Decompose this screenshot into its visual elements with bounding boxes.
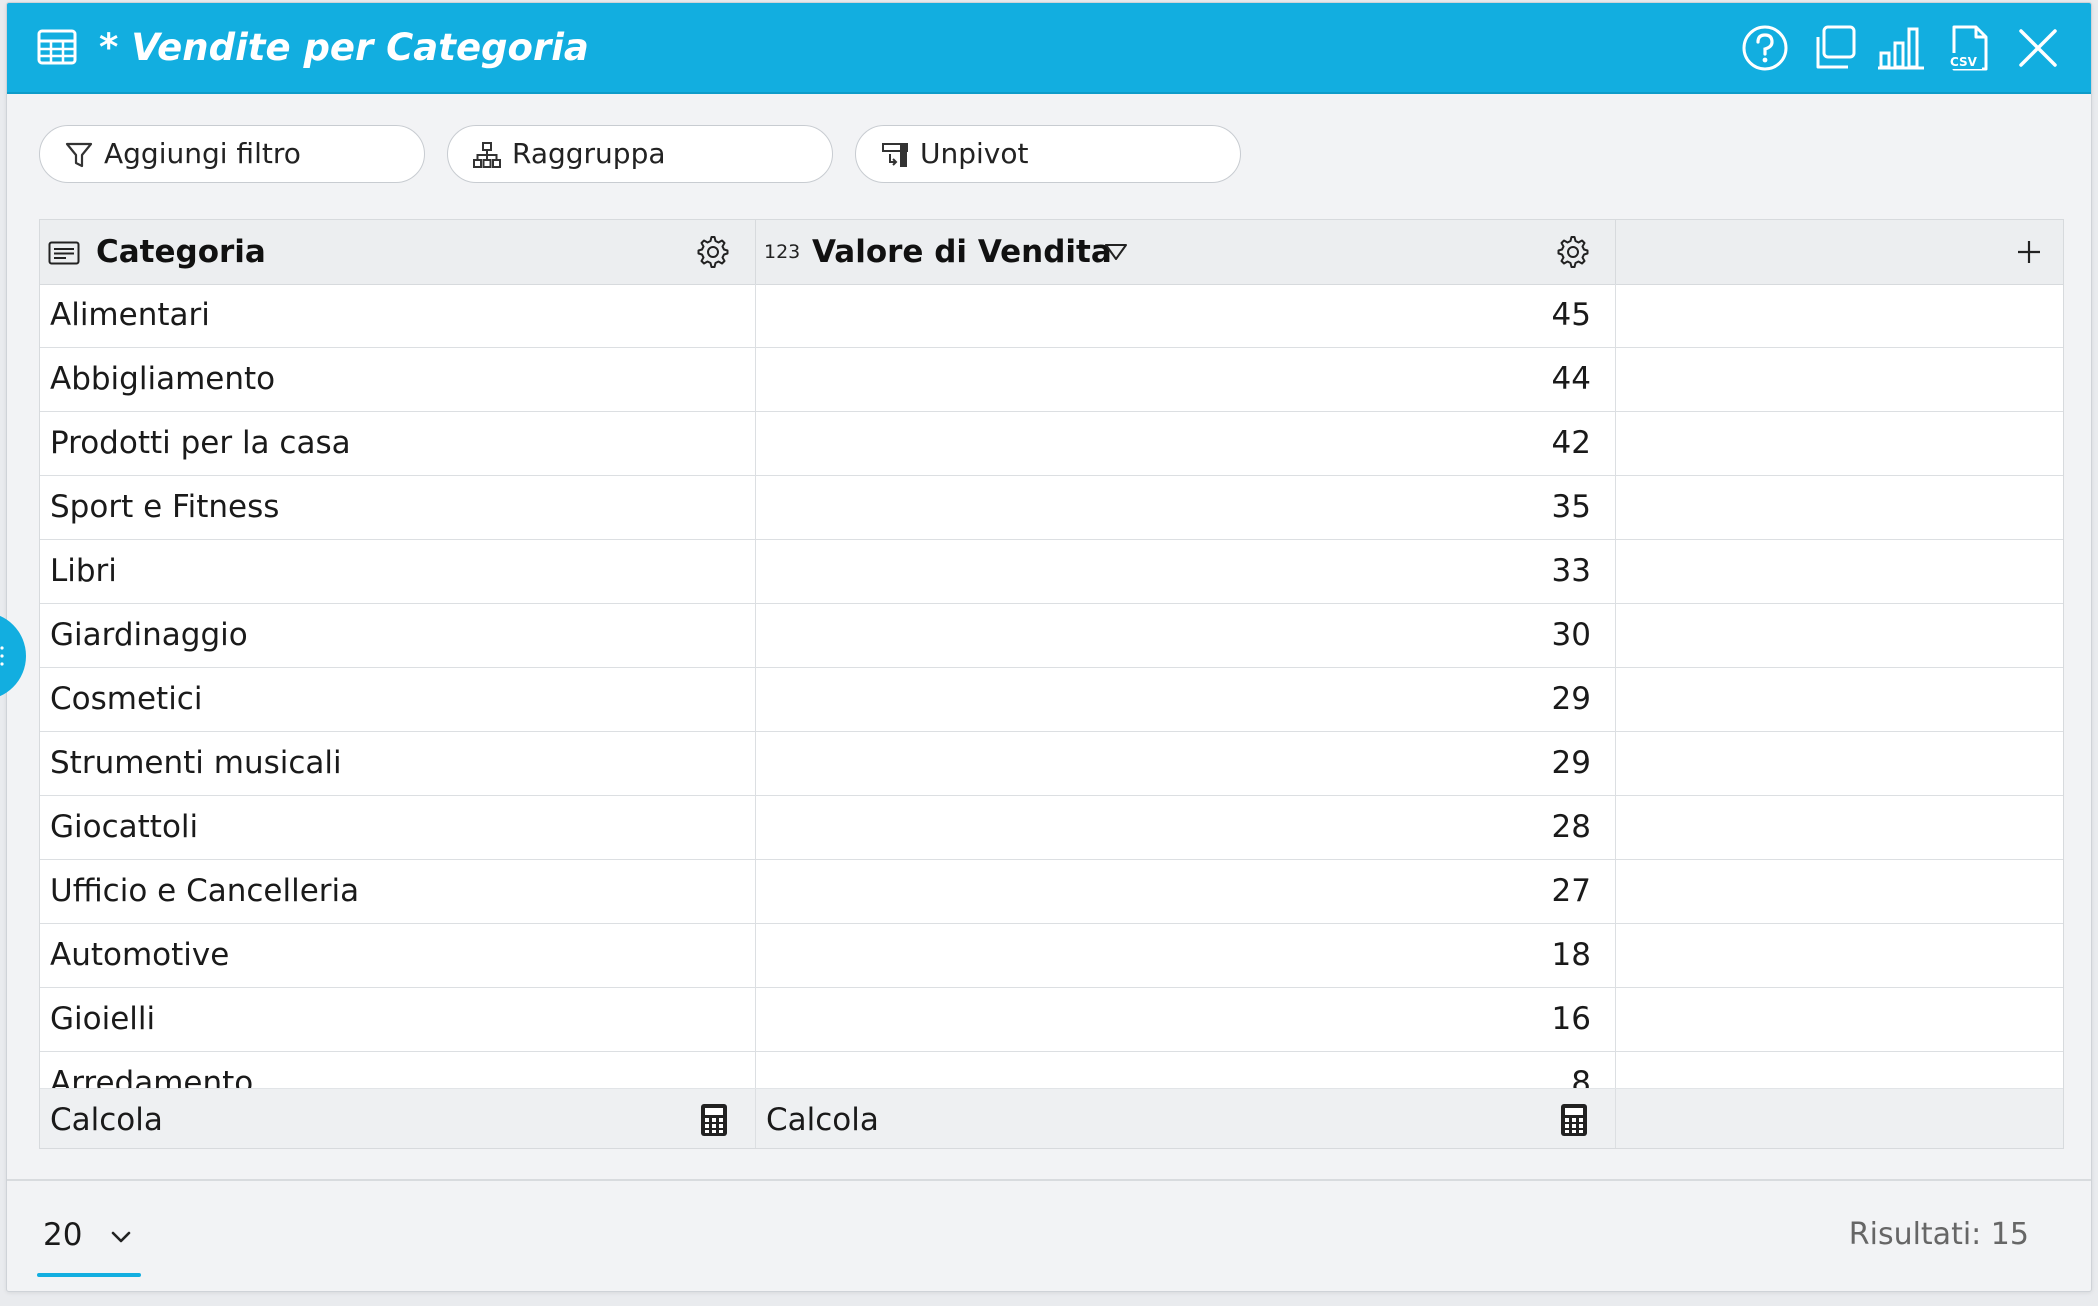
table-row[interactable]: Arredamento 8 (40, 1052, 2063, 1088)
calculate-label: Calcola (50, 1102, 163, 1138)
cell-categoria: Sport e Fitness (50, 489, 280, 525)
cell-categoria: Giocattoli (50, 809, 199, 845)
table-row[interactable]: Giardinaggio 30 (40, 604, 2063, 668)
cell-valore: 35 (1551, 489, 1591, 525)
help-button[interactable] (1740, 23, 1790, 73)
table-row[interactable]: Cosmetici 29 (40, 668, 2063, 732)
cell-valore: 29 (1551, 745, 1591, 781)
cell-valore: 28 (1551, 809, 1591, 845)
column-header-categoria[interactable]: Categoria (40, 220, 756, 284)
cell-categoria: Arredamento (50, 1065, 254, 1088)
window-title: * Vendite per Categoria (99, 26, 589, 69)
table-row[interactable]: Sport e Fitness 35 (40, 476, 2063, 540)
data-grid: Categoria 123 Valore di Vendita Alimenta… (39, 219, 2064, 1149)
table-row[interactable]: Gioielli 16 (40, 988, 2063, 1052)
footer-divider (7, 1179, 2091, 1181)
drag-handle-icon (0, 646, 4, 666)
unpivot-icon (882, 143, 908, 167)
gear-icon[interactable] (1556, 235, 1590, 269)
aggregate-cell-valore[interactable]: Calcola (756, 1089, 1616, 1148)
results-count: Risultati: 15 (1848, 1217, 2029, 1252)
chart-button[interactable] (1876, 23, 1926, 73)
cell-valore: 27 (1551, 873, 1591, 909)
aggregate-cell-empty (1616, 1089, 2063, 1148)
gear-icon[interactable] (696, 235, 730, 269)
help-icon (1742, 25, 1788, 71)
cell-valore: 44 (1551, 361, 1591, 397)
table-row[interactable]: Prodotti per la casa 42 (40, 412, 2063, 476)
column-header-valore[interactable]: 123 Valore di Vendita (756, 220, 1616, 284)
cell-valore: 33 (1551, 553, 1591, 589)
table-row[interactable]: Giocattoli 28 (40, 796, 2063, 860)
cell-valore: 30 (1551, 617, 1591, 653)
calculator-icon[interactable] (700, 1103, 728, 1137)
grid-body: Alimentari 45 Abbigliamento 44 Prodotti … (40, 284, 2063, 1088)
cell-valore: 29 (1551, 681, 1591, 717)
calculator-icon[interactable] (1560, 1103, 1588, 1137)
cell-categoria: Cosmetici (50, 681, 203, 717)
cell-valore: 42 (1551, 425, 1591, 461)
grid-header: Categoria 123 Valore di Vendita (40, 220, 2063, 285)
cell-categoria: Strumenti musicali (50, 745, 342, 781)
cell-categoria: Alimentari (50, 297, 210, 333)
table-row[interactable]: Automotive 18 (40, 924, 2063, 988)
table-row[interactable]: Abbigliamento 44 (40, 348, 2063, 412)
hierarchy-icon (473, 142, 501, 168)
cell-categoria: Giardinaggio (50, 617, 248, 653)
filter-icon (65, 142, 93, 168)
close-button[interactable] (2013, 23, 2063, 73)
cell-categoria: Automotive (50, 937, 230, 973)
page-size-select[interactable]: 20 (37, 1203, 141, 1277)
duplicate-icon (1816, 25, 1856, 69)
aggregate-cell-categoria[interactable]: Calcola (40, 1089, 756, 1148)
cell-categoria: Prodotti per la casa (50, 425, 351, 461)
group-label: Raggruppa (512, 137, 666, 170)
unpivot-button[interactable]: Unpivot (855, 125, 1241, 183)
duplicate-button[interactable] (1808, 23, 1858, 73)
cell-categoria: Ufficio e Cancelleria (50, 873, 360, 909)
chevron-down-icon (111, 1231, 131, 1243)
calculate-label: Calcola (766, 1102, 879, 1138)
aggregate-row: Calcola Calcola (40, 1088, 2063, 1148)
csv-export-icon: CSV (1948, 25, 1988, 71)
number-type-icon: 123 (764, 241, 801, 263)
cell-valore: 16 (1551, 1001, 1591, 1037)
add-filter-label: Aggiungi filtro (104, 137, 301, 170)
cell-categoria: Libri (50, 553, 117, 589)
title-bar: * Vendite per Categoria CSV (7, 3, 2091, 94)
plus-icon[interactable] (2016, 239, 2042, 265)
cell-categoria: Gioielli (50, 1001, 156, 1037)
table-window: * Vendite per Categoria CSV Aggiungi fil… (6, 2, 2092, 1292)
add-filter-button[interactable]: Aggiungi filtro (39, 125, 425, 183)
sort-descending-icon[interactable] (1104, 242, 1128, 262)
close-icon (2019, 29, 2057, 67)
add-column-area (1616, 220, 2063, 284)
table-row[interactable]: Libri 33 (40, 540, 2063, 604)
cell-valore: 18 (1551, 937, 1591, 973)
table-icon (37, 29, 77, 65)
chart-icon (1878, 27, 1924, 70)
table-row[interactable]: Ufficio e Cancelleria 27 (40, 860, 2063, 924)
column-header-label: Categoria (96, 234, 266, 270)
csv-export-button[interactable]: CSV (1944, 23, 1994, 73)
select-underline (37, 1273, 141, 1277)
unpivot-label: Unpivot (920, 137, 1029, 170)
table-row[interactable]: Strumenti musicali 29 (40, 732, 2063, 796)
column-header-label: Valore di Vendita (812, 234, 1112, 270)
svg-text:CSV: CSV (1950, 55, 1978, 69)
text-type-icon (48, 241, 80, 265)
table-row[interactable]: Alimentari 45 (40, 284, 2063, 348)
group-button[interactable]: Raggruppa (447, 125, 833, 183)
cell-valore: 8 (1571, 1065, 1591, 1088)
cell-valore: 45 (1551, 297, 1591, 333)
cell-categoria: Abbigliamento (50, 361, 276, 397)
page-size-value: 20 (43, 1217, 83, 1253)
